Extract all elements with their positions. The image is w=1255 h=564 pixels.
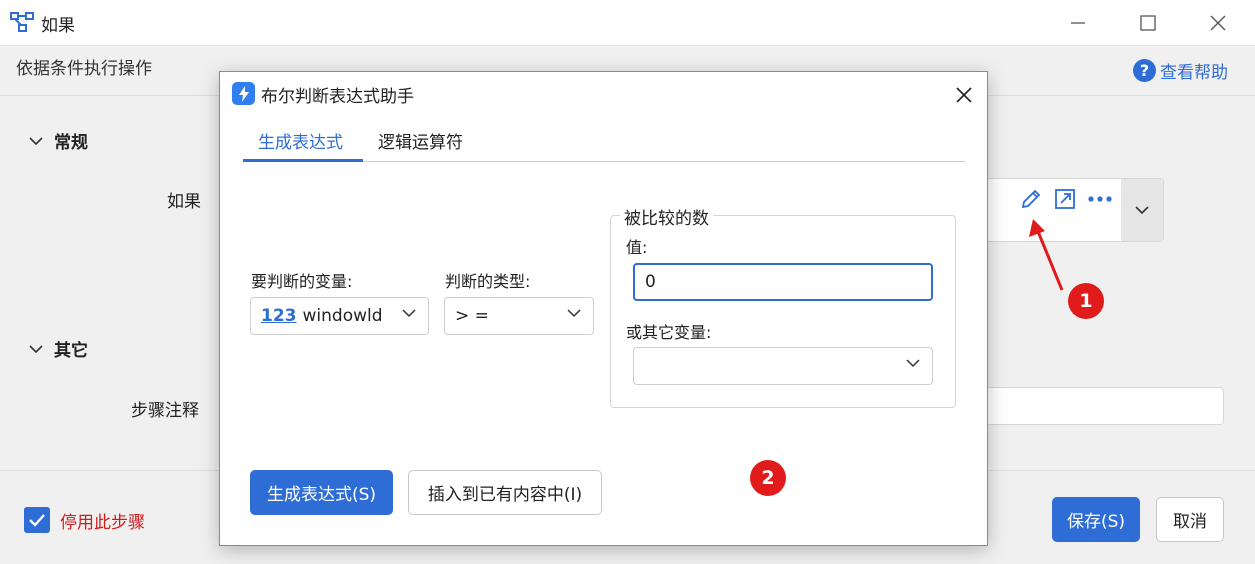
dialog-title: 布尔判断表达式助手	[261, 87, 414, 107]
section-other[interactable]: 其它	[28, 336, 88, 361]
help-icon: ?	[1133, 59, 1156, 82]
disable-step-checkbox[interactable]: 停用此步骤	[24, 507, 145, 533]
dialog-close-button[interactable]	[951, 82, 977, 108]
annotation-marker-2: 2	[750, 460, 786, 496]
chevron-down-icon	[906, 359, 920, 368]
section-general-label: 常规	[54, 133, 88, 153]
minimize-icon	[1071, 22, 1085, 24]
help-label: 查看帮助	[1160, 63, 1228, 83]
value-input[interactable]: 0	[633, 263, 933, 301]
maximize-icon	[1140, 15, 1156, 31]
cancel-button[interactable]: 取消	[1156, 497, 1224, 542]
compare-type-label: 判断的类型:	[445, 272, 531, 291]
value-input-text: 0	[645, 272, 656, 292]
other-variable-select[interactable]	[633, 347, 933, 385]
value-label: 值:	[626, 238, 648, 257]
boolean-expression-dialog: 布尔判断表达式助手 生成表达式 逻辑运算符 要判断的变量: 123 window…	[219, 71, 988, 546]
chevron-down-icon	[402, 309, 416, 318]
compared-value-group-title: 被比较的数	[620, 204, 713, 229]
annotation-marker-1: 1	[1068, 283, 1104, 319]
compare-type-select[interactable]: > =	[444, 297, 594, 335]
if-label: 如果	[167, 192, 201, 212]
chevron-down-icon	[29, 136, 43, 145]
close-window-button[interactable]	[1200, 8, 1236, 38]
annotation-arrow	[1029, 219, 1064, 291]
flow-icon	[10, 12, 34, 32]
number-type-icon: 123	[261, 306, 297, 326]
minimize-button[interactable]	[1060, 8, 1096, 38]
variable-value: windowld	[302, 306, 383, 326]
window-title: 如果	[41, 16, 75, 36]
other-variable-label: 或其它变量:	[626, 323, 712, 342]
chevron-down-icon	[567, 309, 581, 318]
section-general[interactable]: 常规	[28, 128, 88, 153]
page-subtitle: 依据条件执行操作	[16, 59, 152, 79]
tab-generate-expression[interactable]: 生成表达式	[258, 128, 343, 161]
save-button[interactable]: 保存(S)	[1052, 497, 1140, 542]
title-bar: 如果	[0, 0, 1255, 46]
lightning-icon	[232, 82, 255, 105]
disable-step-label: 停用此步骤	[60, 512, 145, 533]
note-label: 步骤注释	[131, 401, 199, 421]
check-icon	[29, 514, 45, 527]
dialog-tabs: 生成表达式 逻辑运算符	[243, 122, 965, 162]
step-note-input[interactable]	[985, 387, 1224, 425]
close-icon	[1210, 15, 1226, 31]
close-icon	[956, 87, 972, 103]
tab-logic-operators[interactable]: 逻辑运算符	[378, 128, 463, 161]
insert-into-content-button[interactable]: 插入到已有内容中(I)	[408, 470, 602, 515]
chevron-down-icon	[1135, 206, 1149, 215]
section-other-label: 其它	[54, 341, 88, 361]
more-icon[interactable]	[1087, 187, 1113, 211]
open-external-icon[interactable]	[1053, 187, 1077, 211]
variable-label: 要判断的变量:	[251, 272, 353, 291]
compare-type-value: > =	[455, 306, 489, 326]
checkbox[interactable]	[24, 507, 50, 533]
maximize-button[interactable]	[1130, 8, 1166, 38]
help-link[interactable]: ? 查看帮助	[1133, 58, 1228, 83]
if-dropdown-button[interactable]	[1121, 179, 1163, 241]
active-tab-indicator	[243, 159, 363, 162]
pencil-icon[interactable]	[1019, 187, 1043, 211]
variable-select[interactable]: 123 windowld	[250, 297, 429, 335]
chevron-down-icon	[29, 344, 43, 353]
generate-expression-button[interactable]: 生成表达式(S)	[250, 470, 393, 515]
